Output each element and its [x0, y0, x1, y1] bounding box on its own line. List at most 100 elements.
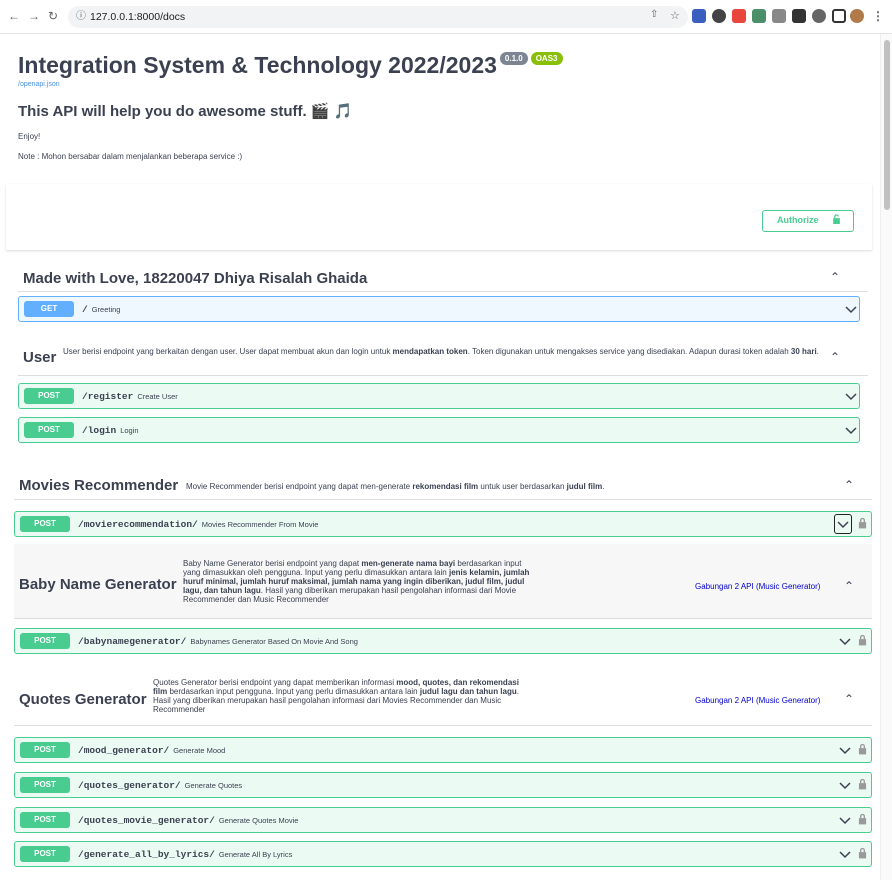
chevron-down-icon[interactable] — [839, 848, 851, 860]
op-post-login[interactable]: POST /login Login — [18, 417, 860, 443]
method-badge: POST — [24, 422, 74, 438]
op-post-mood-generator[interactable]: POST /mood_generator/Generate Mood — [14, 737, 872, 763]
op-summary: Movies Recommender From Movie — [201, 520, 319, 529]
external-docs-link[interactable]: Gabungan 2 API (Music Generator) — [695, 582, 820, 591]
desc-text: Baby Name Generator berisi endpoint yang… — [183, 559, 362, 568]
method-badge: POST — [24, 388, 74, 404]
menu-kebab-icon[interactable]: ⋮ — [872, 9, 884, 23]
op-summary: Login — [120, 426, 139, 435]
op-summary: Babynames Generator Based On Movie And S… — [190, 637, 358, 646]
path-text: /movierecommendation/ — [78, 519, 198, 530]
lock-icon[interactable] — [858, 813, 867, 825]
op-summary: Generate Mood — [173, 746, 226, 755]
tag-description: User berisi endpoint yang berkaitan deng… — [63, 347, 823, 356]
op-summary: Generate All By Lyrics — [218, 850, 293, 859]
extension-sheet-icon[interactable] — [752, 9, 766, 23]
extension-icon[interactable] — [692, 9, 706, 23]
scheme-container — [6, 184, 872, 250]
method-badge: GET — [24, 301, 74, 317]
browser-toolbar: ← → ↻ ⓘ 127.0.0.1:8000/docs ⇧ ☆ ⋮ — [0, 0, 892, 34]
forward-icon[interactable]: → — [28, 9, 40, 23]
path-text: /register — [82, 391, 134, 402]
path-text: /quotes_generator/ — [78, 780, 181, 791]
bookmark-star-icon[interactable]: ☆ — [670, 9, 680, 22]
chevron-up-icon[interactable]: ⌃ — [844, 692, 854, 706]
profile-avatar[interactable] — [850, 9, 864, 23]
tag-movies-recommender[interactable]: Movies Recommender Movie Recommender ber… — [14, 472, 872, 500]
desc-text: berdasarkan input pengguna. Input yang p… — [167, 687, 420, 696]
desc-bold: rekomendasi film — [412, 482, 479, 491]
method-badge: POST — [20, 742, 70, 758]
openapi-json-link[interactable]: /openapi.json — [18, 81, 60, 88]
extension-circle-icon[interactable] — [812, 9, 826, 23]
chevron-up-icon[interactable]: ⌃ — [844, 579, 854, 593]
op-path: /generate_all_by_lyrics/Generate All By … — [78, 849, 292, 860]
chevron-up-icon[interactable]: ⌃ — [830, 270, 840, 284]
op-post-babynamegenerator[interactable]: POST /babynamegenerator/Babynames Genera… — [14, 628, 872, 654]
lock-icon[interactable] — [858, 743, 867, 755]
lock-icon[interactable] — [858, 634, 867, 646]
extension-color-icon[interactable] — [732, 9, 746, 23]
lock-icon[interactable] — [858, 847, 867, 859]
op-summary: Greeting — [91, 305, 121, 314]
op-get-greeting[interactable]: GET / Greeting — [18, 296, 860, 322]
address-bar[interactable]: ⓘ 127.0.0.1:8000/docs — [68, 6, 688, 28]
op-post-register[interactable]: POST /register Create User — [18, 383, 860, 409]
authorize-button[interactable]: Authorize — [762, 210, 854, 232]
reload-icon[interactable]: ↻ — [48, 9, 58, 23]
method-badge: POST — [20, 812, 70, 828]
tag-quotes-generator[interactable]: Quotes Generator Quotes Generator berisi… — [14, 670, 872, 726]
op-post-generate-all-by-lyrics[interactable]: POST /generate_all_by_lyrics/Generate Al… — [14, 841, 872, 867]
op-path: /movierecommendation/Movies Recommender … — [78, 519, 318, 530]
desc-bold: 30 hari — [790, 347, 817, 356]
share-icon[interactable]: ⇧ — [650, 9, 658, 20]
page-scrollbar[interactable] — [880, 34, 892, 880]
desc-text: . — [602, 482, 605, 491]
op-post-quotes-generator[interactable]: POST /quotes_generator/Generate Quotes — [14, 772, 872, 798]
chevron-down-icon[interactable] — [845, 303, 857, 315]
tag-description: Quotes Generator berisi endpoint yang da… — [153, 678, 533, 714]
chevron-down-icon[interactable] — [845, 424, 857, 436]
method-badge: POST — [20, 777, 70, 793]
op-post-quotes-movie-generator[interactable]: POST /quotes_movie_generator/Generate Qu… — [14, 807, 872, 833]
method-badge: POST — [20, 633, 70, 649]
unlock-icon — [833, 214, 840, 224]
desc-text: Quotes Generator berisi endpoint yang da… — [153, 678, 397, 687]
op-summary: Generate Quotes Movie — [218, 816, 299, 825]
op-path: /mood_generator/Generate Mood — [78, 745, 225, 756]
chevron-down-icon[interactable] — [839, 635, 851, 647]
tag-baby-name-generator[interactable]: Baby Name Generator Baby Name Generator … — [14, 544, 872, 619]
sidebar-icon[interactable] — [832, 9, 846, 23]
chevron-down-icon[interactable] — [839, 779, 851, 791]
desc-bold: mendapatkan token — [392, 347, 468, 356]
chevron-up-icon[interactable]: ⌃ — [830, 350, 840, 364]
site-info-icon[interactable]: ⓘ — [76, 6, 86, 28]
desc-text: User berisi endpoint yang berkaitan deng… — [63, 347, 393, 356]
chevron-down-icon[interactable] — [839, 814, 851, 826]
back-icon[interactable]: ← — [8, 9, 20, 23]
external-docs-link[interactable]: Gabungan 2 API (Music Generator) — [695, 696, 820, 705]
lock-icon[interactable] — [858, 517, 867, 529]
extension-camera-icon[interactable] — [772, 9, 786, 23]
api-title-text: Integration System & Technology 2022/202… — [18, 52, 497, 78]
lock-icon[interactable] — [858, 778, 867, 790]
info-note: Note : Mohon bersabar dalam menjalankan … — [18, 152, 243, 161]
tag-made-with-love[interactable]: Made with Love, 18220047 Dhiya Risalah G… — [18, 268, 868, 292]
extension-search-icon[interactable] — [712, 9, 726, 23]
scrollbar-thumb[interactable] — [884, 40, 890, 210]
extensions-puzzle-icon[interactable] — [792, 9, 806, 23]
op-path: /quotes_generator/Generate Quotes — [78, 780, 242, 791]
tag-user[interactable]: User User berisi endpoint yang berkaitan… — [18, 340, 868, 376]
swagger-page: Integration System & Technology 2022/202… — [0, 34, 880, 880]
path-text: / — [82, 304, 88, 315]
desc-bold: judul lagu dan tahun lagu — [419, 687, 517, 696]
chevron-down-icon[interactable] — [837, 518, 849, 530]
chevron-down-icon[interactable] — [845, 390, 857, 402]
api-headline: This API will help you do awesome stuff.… — [18, 103, 353, 120]
op-post-movierecommendation[interactable]: POST /movierecommendation/Movies Recomme… — [14, 511, 872, 537]
method-badge: POST — [20, 846, 70, 862]
chevron-down-icon[interactable] — [839, 744, 851, 756]
op-path: /quotes_movie_generator/Generate Quotes … — [78, 815, 298, 826]
chevron-up-icon[interactable]: ⌃ — [844, 478, 854, 492]
info-enjoy: Enjoy! — [18, 132, 41, 141]
